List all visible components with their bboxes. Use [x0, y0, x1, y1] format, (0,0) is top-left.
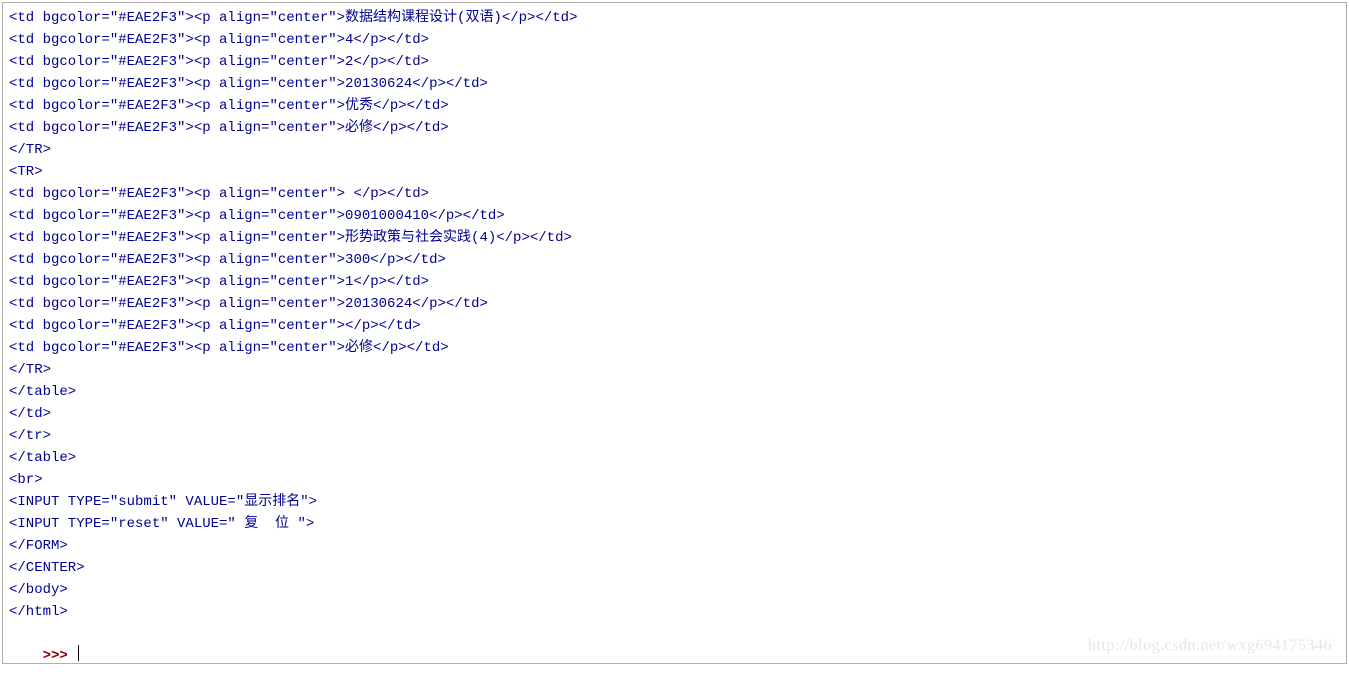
code-line: </FORM>: [9, 535, 1340, 557]
cursor-icon: [78, 645, 79, 661]
code-line: <td bgcolor="#EAE2F3"><p align="center">…: [9, 227, 1340, 249]
code-line: <td bgcolor="#EAE2F3"><p align="center">…: [9, 271, 1340, 293]
code-line: </td>: [9, 403, 1340, 425]
code-line: <td bgcolor="#EAE2F3"><p align="center">…: [9, 293, 1340, 315]
code-line: <td bgcolor="#EAE2F3"><p align="center">…: [9, 183, 1340, 205]
code-line: <INPUT TYPE="submit" VALUE="显示排名">: [9, 491, 1340, 513]
code-line: </body>: [9, 579, 1340, 601]
code-line: <td bgcolor="#EAE2F3"><p align="center">…: [9, 205, 1340, 227]
code-line: <TR>: [9, 161, 1340, 183]
code-line: </html>: [9, 601, 1340, 623]
code-line: <td bgcolor="#EAE2F3"><p align="center">…: [9, 95, 1340, 117]
code-line: <td bgcolor="#EAE2F3"><p align="center">…: [9, 249, 1340, 271]
code-line: <td bgcolor="#EAE2F3"><p align="center">…: [9, 7, 1340, 29]
code-line: </TR>: [9, 359, 1340, 381]
code-line: <td bgcolor="#EAE2F3"><p align="center">…: [9, 117, 1340, 139]
code-line: </tr>: [9, 425, 1340, 447]
code-line: <td bgcolor="#EAE2F3"><p align="center">…: [9, 315, 1340, 337]
code-line: </TR>: [9, 139, 1340, 161]
code-line: <td bgcolor="#EAE2F3"><p align="center">…: [9, 29, 1340, 51]
code-line: <br>: [9, 469, 1340, 491]
code-line: </table>: [9, 381, 1340, 403]
code-line: </CENTER>: [9, 557, 1340, 579]
code-line: <td bgcolor="#EAE2F3"><p align="center">…: [9, 51, 1340, 73]
prompt-line[interactable]: >>>: [9, 623, 1340, 689]
code-line: <td bgcolor="#EAE2F3"><p align="center">…: [9, 337, 1340, 359]
code-line: <td bgcolor="#EAE2F3"><p align="center">…: [9, 73, 1340, 95]
code-line: <INPUT TYPE="reset" VALUE=" 复 位 ">: [9, 513, 1340, 535]
python-shell-output[interactable]: <td bgcolor="#EAE2F3"><p align="center">…: [2, 2, 1347, 664]
shell-prompt: >>>: [43, 648, 77, 664]
code-line: </table>: [9, 447, 1340, 469]
